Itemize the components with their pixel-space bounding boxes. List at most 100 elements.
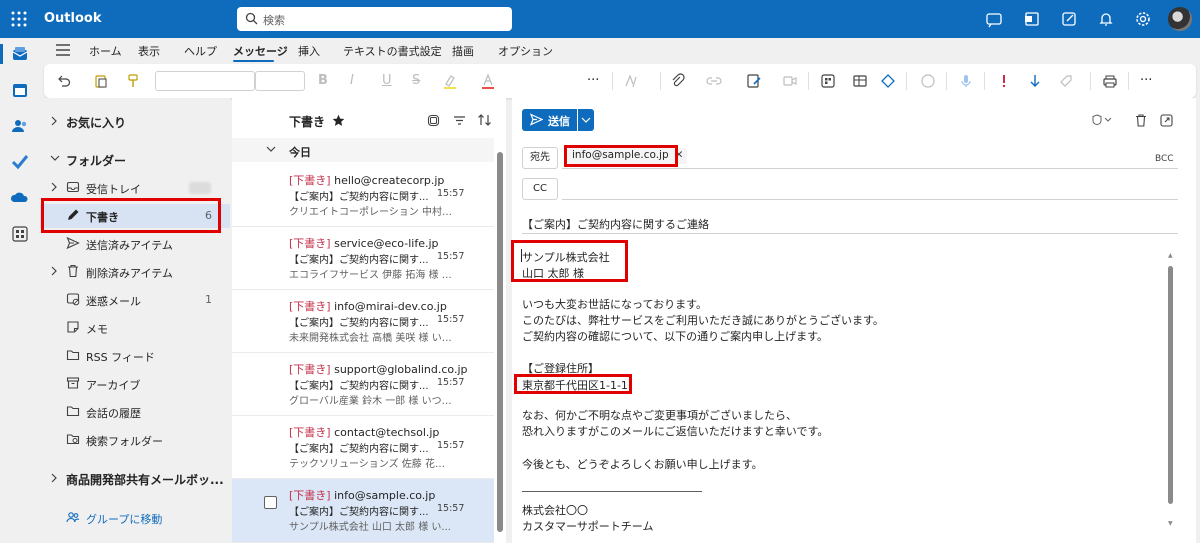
folder-rss[interactable]: RSS フィード	[40, 344, 230, 368]
highlight-icon[interactable]	[442, 73, 458, 89]
mail-icon[interactable]	[10, 44, 30, 64]
more-options-icon[interactable]: ···	[1140, 73, 1156, 89]
folder-deleted[interactable]: 削除済みアイテム	[40, 260, 230, 284]
folder-archive[interactable]: アーカイブ	[40, 372, 230, 396]
subject-field[interactable]: 【ご案内】ご契約内容に関するご連絡	[522, 216, 709, 232]
attach-icon[interactable]	[670, 73, 686, 89]
font-color-icon[interactable]	[480, 73, 496, 89]
select-icon[interactable]	[427, 114, 440, 127]
body-intro[interactable]: ご契約内容の確認について、以下の通りご案内申し上げます。	[522, 328, 828, 344]
tab-draw[interactable]: 描画	[452, 43, 474, 59]
undo-icon[interactable]	[56, 73, 72, 89]
office-apps-icon[interactable]	[1022, 9, 1042, 29]
bell-icon[interactable]	[1096, 9, 1116, 29]
link-icon[interactable]	[706, 73, 722, 89]
avatar[interactable]	[1168, 7, 1192, 31]
message-row[interactable]: [下書き] hello@createcorp.jp 【ご案内】ご契約内容に関す.…	[232, 164, 494, 227]
folder-notes[interactable]: メモ	[40, 316, 230, 340]
low-importance-icon[interactable]	[1027, 73, 1043, 89]
table-icon[interactable]	[852, 73, 868, 89]
folder-drafts[interactable]: 下書き 6	[40, 204, 230, 228]
video-icon[interactable]	[782, 73, 798, 89]
more-formatting-icon[interactable]: ···	[587, 73, 603, 89]
copilot-icon[interactable]	[920, 73, 936, 89]
scroll-down-arrow-icon[interactable]: ▼	[1168, 520, 1173, 527]
sensitivity-shield-icon[interactable]	[1092, 114, 1112, 126]
tab-message[interactable]: メッセージ	[233, 43, 288, 59]
bcc-button[interactable]: BCC	[1155, 154, 1174, 164]
message-checkbox[interactable]	[264, 496, 277, 509]
cc-button[interactable]: CC	[522, 178, 558, 200]
bold-icon[interactable]: B	[318, 73, 334, 89]
format-painter-icon[interactable]	[125, 73, 141, 89]
folder-junk[interactable]: 迷惑メール 1	[40, 288, 230, 312]
tab-home[interactable]: ホーム	[89, 43, 122, 59]
sensitivity-icon[interactable]	[1058, 73, 1074, 89]
favorites-header[interactable]: お気に入り	[40, 110, 230, 134]
tab-insert[interactable]: 挿入	[298, 43, 320, 59]
notes-icon[interactable]	[1059, 9, 1079, 29]
go-to-groups-link[interactable]: グループに移動	[86, 511, 162, 527]
tab-help[interactable]: ヘルプ	[184, 43, 217, 59]
body-address[interactable]: 東京都千代田区1-1-1	[522, 377, 628, 393]
todo-icon[interactable]	[10, 152, 30, 172]
folders-header[interactable]: フォルダー	[40, 148, 230, 172]
compose-scrollbar[interactable]: ▲ ▼	[1166, 250, 1176, 530]
folder-search-folders[interactable]: 検索フォルダー	[40, 428, 230, 452]
remove-recipient-icon[interactable]: ✕	[675, 149, 684, 161]
onedrive-icon[interactable]	[10, 188, 30, 208]
filter-icon[interactable]	[453, 114, 466, 127]
dictate-icon[interactable]	[958, 73, 974, 89]
body-closing-1[interactable]: なお、何かご不明な点やご変更事項がございましたら、	[522, 407, 797, 423]
body-closing-2[interactable]: 恐れ入りますがこのメールにご返信いただけますと幸いです。	[522, 423, 828, 439]
body-address-heading[interactable]: 【ご登録住所】	[522, 360, 599, 376]
print-icon[interactable]	[1102, 73, 1118, 89]
body-greeting[interactable]: いつも大変お世話になっております。	[522, 296, 707, 312]
folder-conversation-history[interactable]: 会話の履歴	[40, 400, 230, 424]
people-icon[interactable]	[10, 116, 30, 136]
more-apps-icon[interactable]	[10, 224, 30, 244]
folder-sent[interactable]: 送信済みアイテム	[40, 232, 230, 256]
font-family-select[interactable]	[155, 71, 255, 91]
font-size-select[interactable]	[255, 71, 305, 91]
signature-company[interactable]: 株式会社〇〇	[522, 502, 588, 518]
body-thanks[interactable]: このたびは、弊社サービスをご利用いただき誠にありがとうございます。	[522, 312, 884, 328]
discard-trash-icon[interactable]	[1135, 114, 1147, 127]
to-button[interactable]: 宛先	[522, 147, 558, 169]
signature-icon[interactable]	[746, 73, 762, 89]
send-button[interactable]: 送信	[522, 109, 577, 131]
sort-icon[interactable]	[477, 113, 492, 127]
send-options-button[interactable]	[578, 109, 594, 131]
tab-format-text[interactable]: テキストの書式設定	[343, 43, 442, 59]
body-company[interactable]: サンプル株式会社	[522, 249, 610, 265]
shared-mailbox-header[interactable]: 商品開発部共有メールボッ...	[40, 467, 230, 491]
message-row-selected[interactable]: [下書き] info@sample.co.jp 【ご案内】ご契約内容に関す...…	[232, 479, 494, 543]
star-icon[interactable]	[332, 114, 345, 127]
signature-team[interactable]: カスタマーサポートチーム	[522, 518, 653, 534]
message-row[interactable]: [下書き] support@globalind.co.jp 【ご案内】ご契約内容…	[232, 353, 494, 416]
search-input[interactable]: 検索	[237, 7, 512, 31]
scrollbar-thumb[interactable]	[497, 152, 503, 532]
calendar-icon[interactable]	[10, 80, 30, 100]
app-launcher-icon[interactable]	[10, 10, 28, 28]
high-importance-icon[interactable]	[996, 73, 1012, 89]
message-row[interactable]: [下書き] info@mirai-dev.co.jp 【ご案内】ご契約内容に関す…	[232, 290, 494, 353]
open-in-new-window-icon[interactable]	[1160, 114, 1173, 127]
message-row[interactable]: [下書き] contact@techsol.jp 【ご案内】ご契約内容に関す..…	[232, 416, 494, 479]
apps-icon[interactable]	[820, 73, 836, 89]
styles-icon[interactable]	[624, 73, 640, 89]
body-recipient-name[interactable]: 山口 太郎 様	[522, 265, 584, 281]
hamburger-menu-icon[interactable]	[56, 44, 70, 56]
body-regards[interactable]: 今後とも、どうぞよろしくお願い申し上げます。	[522, 456, 763, 472]
scrollbar-thumb[interactable]	[1168, 266, 1173, 504]
strikethrough-icon[interactable]: S	[412, 73, 428, 89]
paste-icon[interactable]	[93, 73, 109, 89]
message-row[interactable]: [下書き] service@eco-life.jp 【ご案内】ご契約内容に関す.…	[232, 227, 494, 290]
recipient-chip[interactable]: info@sample.co.jp ✕	[568, 148, 688, 164]
loop-icon[interactable]	[880, 73, 896, 89]
message-list-scrollbar[interactable]	[496, 140, 504, 540]
scroll-up-arrow-icon[interactable]: ▲	[1168, 252, 1173, 259]
date-group-header[interactable]: 今日	[232, 138, 494, 162]
underline-icon[interactable]: U	[382, 73, 398, 89]
tab-options[interactable]: オプション	[498, 43, 553, 59]
